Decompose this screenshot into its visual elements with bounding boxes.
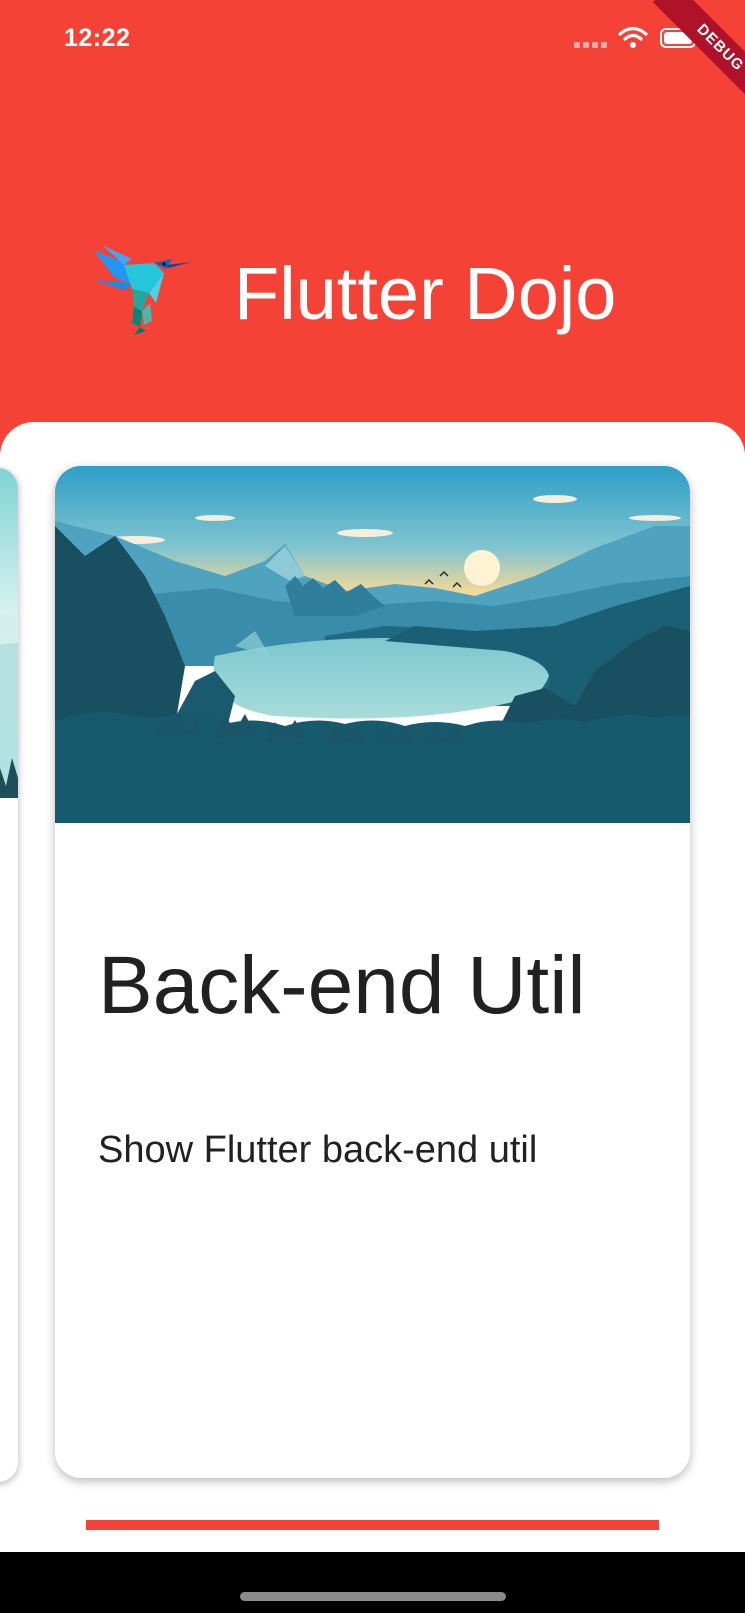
feature-card[interactable]: Back-end Util Show Flutter back-end util [55, 466, 690, 1478]
card-title: Back-end Util [98, 940, 586, 1031]
app-header: 12:22 DEBUG Flutter Dojo [0, 0, 745, 470]
previous-card-image [0, 468, 18, 798]
status-time: 12:22 [64, 24, 131, 52]
content-sheet: Back-end Util Show Flutter back-end util [0, 422, 745, 1552]
hummingbird-logo-icon [94, 245, 192, 335]
page-indicator-bar [86, 1520, 659, 1530]
signal-icon [574, 42, 607, 48]
previous-card[interactable] [0, 468, 18, 1482]
app-title: Flutter Dojo [234, 252, 617, 335]
debug-banner: DEBUG [652, 0, 745, 116]
card-subtitle: Show Flutter back-end util [98, 1129, 538, 1171]
home-indicator[interactable] [240, 1592, 506, 1601]
wifi-icon [618, 26, 648, 48]
card-landscape-image [55, 466, 690, 823]
